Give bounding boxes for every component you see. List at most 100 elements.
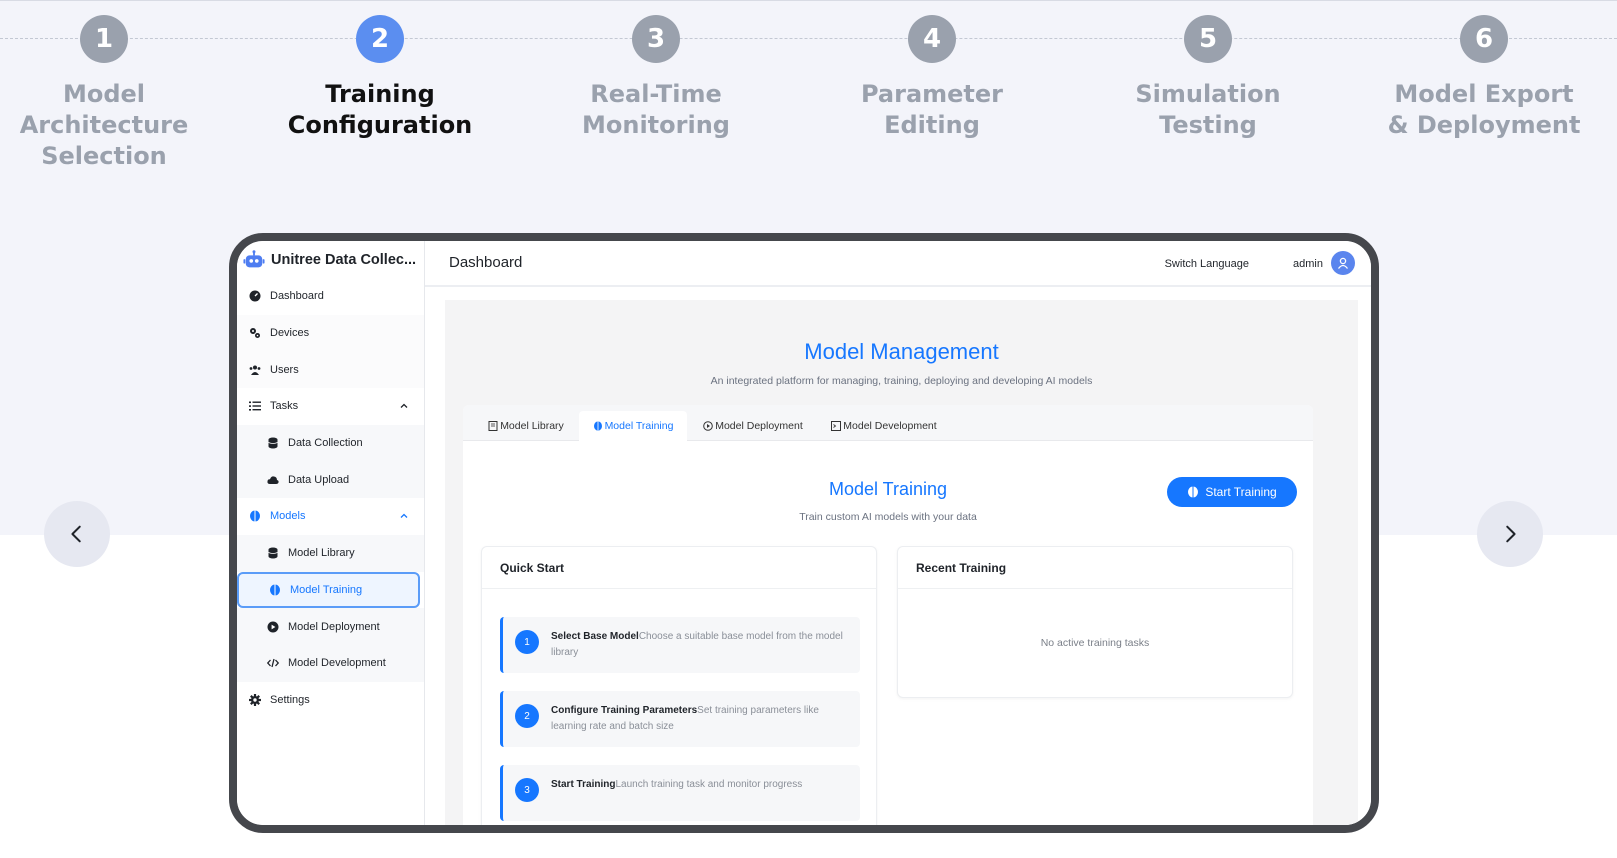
step-description: Launch training task and monitor progres… (615, 779, 803, 790)
sidebar-item-label: Tasks (270, 400, 299, 413)
tab-label: Model Training (604, 420, 674, 432)
sidebar-item-users[interactable]: Users (237, 351, 424, 389)
sidebar-item-tasks[interactable]: Tasks (237, 388, 424, 425)
sidebar-item-model-deployment[interactable]: Model Deployment (237, 608, 424, 645)
database-icon (268, 547, 278, 559)
sidebar-item-label: Model Library (288, 547, 355, 560)
chevron-up-icon (400, 403, 408, 409)
prev-slide-button[interactable] (44, 501, 110, 567)
brand[interactable]: Unitree Data Collec... (237, 241, 424, 278)
sidebar-item-label: Settings (270, 693, 310, 706)
sidebar-item-model-development[interactable]: Model Development (237, 644, 424, 682)
step-title: Select Base Model (551, 631, 639, 642)
tab-label: Model Deployment (715, 420, 803, 432)
robot-icon (243, 249, 265, 267)
quick-start-step-2: 2 Configure Training ParametersSet train… (500, 691, 860, 747)
code-icon (267, 659, 279, 668)
terminal-icon (831, 421, 842, 431)
play-circle-icon (703, 421, 714, 431)
tab-model-library[interactable]: Model Library (475, 411, 577, 441)
sidebar-item-label: Users (270, 363, 299, 376)
step-label: Parameter Editing (860, 80, 1004, 139)
step-number: 6 (1460, 15, 1508, 63)
step-text: Select Base ModelChoose a suitable base … (551, 629, 848, 661)
user-icon (1337, 257, 1349, 269)
start-training-label: Start Training (1205, 485, 1277, 499)
chevron-left-icon (71, 525, 81, 543)
play-circle-icon (267, 621, 279, 633)
step-number: 2 (356, 15, 404, 63)
step-1[interactable]: 1 Model Architecture Selection (0, 15, 224, 172)
step-label: Model Export & Deployment (1387, 80, 1581, 139)
start-training-button[interactable]: Start Training (1167, 477, 1297, 507)
dashboard-icon (249, 290, 261, 302)
quick-start-title: Quick Start (482, 547, 876, 589)
tab-model-training[interactable]: Model Training (579, 411, 687, 441)
step-text: Configure Training ParametersSet trainin… (551, 703, 848, 735)
step-5[interactable]: 5 Simulation Testing (1088, 15, 1328, 141)
device-frame: Unitree Data Collec... Dashboard Devices… (229, 233, 1379, 833)
step-label: Simulation Testing (1135, 80, 1281, 139)
sidebar-item-label: Model Deployment (288, 620, 380, 633)
tab-label: Model Library (500, 420, 564, 432)
devices-icon (250, 328, 260, 339)
step-6[interactable]: 6 Model Export & Deployment (1364, 15, 1604, 141)
tab-model-deployment[interactable]: Model Deployment (691, 411, 815, 441)
switch-language-button[interactable]: Switch Language (1165, 258, 1249, 270)
sidebar-item-label: Model Training (290, 583, 363, 596)
sidebar-item-label: Data Upload (288, 473, 350, 486)
step-number: 3 (632, 15, 680, 63)
sidebar-item-dashboard[interactable]: Dashboard (237, 278, 424, 315)
sidebar-item-models[interactable]: Models (237, 498, 424, 535)
sidebar-item-label: Models (270, 510, 306, 523)
sidebar-item-model-library[interactable]: Model Library (237, 534, 424, 572)
step-3[interactable]: 3 Real-Time Monitoring (536, 15, 776, 141)
step-label: Training Configuration (287, 80, 473, 139)
step-number: 1 (80, 15, 128, 63)
brand-name: Unitree Data Collec... (271, 251, 417, 268)
tab-bar: Model Library Model Training Model Deplo… (463, 405, 1313, 441)
book-icon (488, 421, 498, 431)
step-badge: 2 (515, 704, 539, 728)
sidebar-item-model-training[interactable]: Model Training (237, 571, 420, 609)
quick-start-step-1: 1 Select Base ModelChoose a suitable bas… (500, 617, 860, 673)
step-label: Model Architecture Selection (19, 80, 189, 170)
step-text: Start TrainingLaunch training task and m… (551, 777, 848, 793)
sidebar-item-label: Devices (270, 327, 310, 340)
sidebar-item-label: Model Development (288, 657, 386, 670)
empty-state-text: No active training tasks (1040, 637, 1150, 649)
step-title: Configure Training Parameters (551, 705, 698, 716)
model-management-panel: Model Management An integrated platform … (445, 300, 1358, 825)
sidebar-item-devices[interactable]: Devices (237, 314, 424, 352)
sidebar-item-label: Dashboard (270, 290, 324, 303)
tab-model-development[interactable]: Model Development (817, 411, 951, 441)
section-title: Model Management (804, 339, 999, 364)
main-content: Model Management An integrated platform … (425, 289, 1371, 825)
tab-label: Model Development (843, 420, 937, 432)
brain-icon (250, 510, 260, 522)
section-subtitle: An integrated platform for managing, tra… (710, 375, 1093, 387)
step-2[interactable]: 2 Training Configuration (260, 15, 500, 141)
brain-icon (593, 421, 602, 431)
tasks-icon (249, 401, 261, 412)
users-icon (249, 365, 261, 375)
step-badge: 1 (515, 630, 539, 654)
avatar[interactable] (1331, 251, 1355, 275)
training-subtitle: Train custom AI models with your data (799, 511, 977, 523)
recent-training-title: Recent Training (898, 547, 1292, 589)
quick-start-card: Quick Start 1 Select Base ModelChoose a … (481, 546, 877, 825)
brain-icon (1188, 486, 1199, 498)
chevron-up-icon (400, 514, 408, 519)
step-4[interactable]: 4 Parameter Editing (812, 15, 1052, 141)
quick-start-step-3: 3 Start TrainingLaunch training task and… (500, 765, 860, 821)
cloud-icon (267, 476, 279, 484)
sidebar-item-data-collection[interactable]: Data Collection (237, 424, 424, 462)
sidebar-item-settings[interactable]: Settings (237, 682, 424, 719)
sidebar-item-data-upload[interactable]: Data Upload (237, 461, 424, 499)
step-title: Start Training (551, 779, 616, 790)
sidebar: Unitree Data Collec... Dashboard Devices… (237, 241, 425, 825)
username[interactable]: admin (1293, 258, 1323, 270)
step-badge: 3 (515, 778, 539, 802)
next-slide-button[interactable] (1477, 501, 1543, 567)
step-label: Real-Time Monitoring (582, 80, 730, 139)
